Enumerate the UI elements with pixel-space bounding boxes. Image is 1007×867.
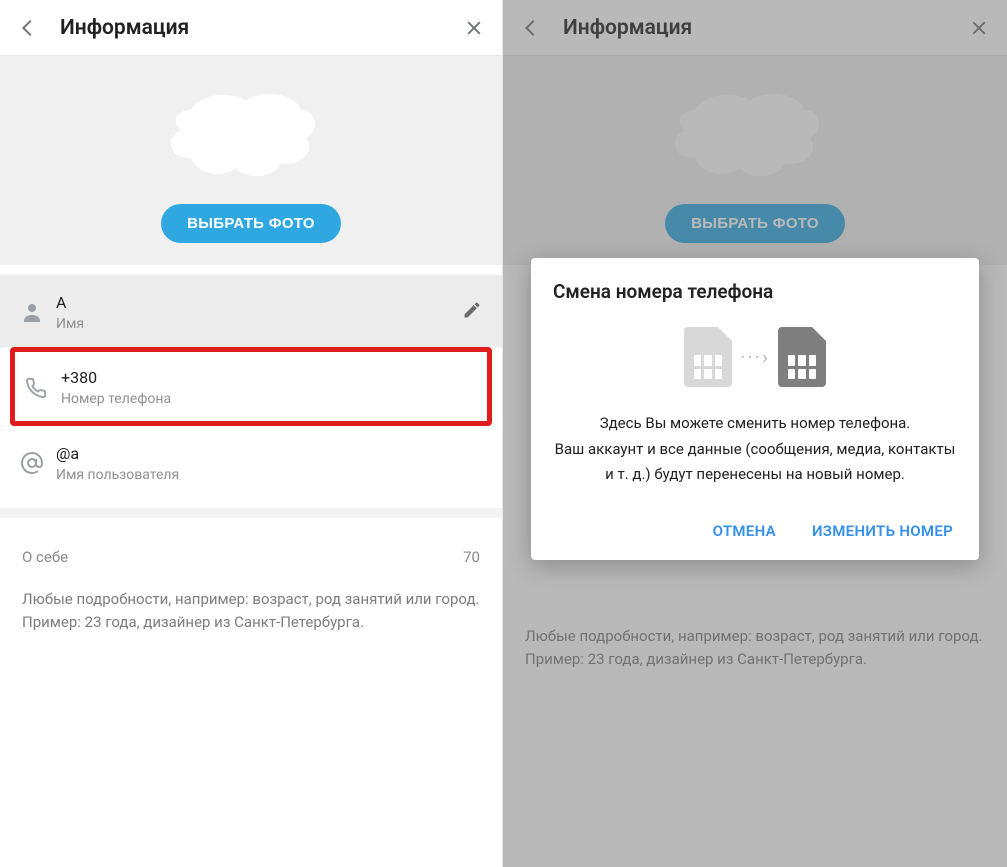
edit-pencil-icon[interactable]: [462, 300, 482, 324]
username-value: @a: [56, 444, 482, 463]
right-pane: Информация ВЫБРАТЬ ФОТО Любые подробност…: [503, 0, 1007, 867]
phone-icon: [25, 377, 61, 399]
header-title: Информация: [60, 16, 460, 40]
modal-title: Смена номера телефона: [553, 280, 957, 303]
header: Информация: [0, 0, 502, 56]
username-label: Имя пользователя: [56, 467, 482, 483]
username-row[interactable]: @a Имя пользователя: [0, 426, 502, 498]
about-hint: Любые подробности, например: возраст, ро…: [0, 574, 502, 647]
left-pane: Информация ВЫБРАТЬ ФОТО A Имя +380: [0, 0, 503, 867]
person-icon: [20, 300, 56, 324]
name-row[interactable]: A Имя: [0, 275, 502, 347]
choose-photo-button[interactable]: ВЫБРАТЬ ФОТО: [161, 204, 341, 243]
about-label: О себе: [22, 548, 68, 566]
photo-section: ВЫБРАТЬ ФОТО: [0, 56, 502, 265]
phone-highlight-box: +380 Номер телефона: [10, 347, 492, 426]
about-row[interactable]: О себе 70: [0, 508, 502, 574]
transfer-dots-icon: ···›: [740, 345, 770, 369]
back-arrow-icon[interactable]: [14, 14, 42, 42]
modal-body: Здесь Вы можете сменить номер телефона. …: [553, 411, 957, 488]
close-icon[interactable]: [460, 14, 488, 42]
change-number-button[interactable]: ИЗМЕНИТЬ НОМЕР: [808, 516, 957, 546]
name-value: A: [56, 293, 462, 312]
photo-placeholder: [151, 80, 351, 190]
phone-row[interactable]: +380 Номер телефона: [15, 352, 487, 421]
modal-actions: ОТМЕНА ИЗМЕНИТЬ НОМЕР: [553, 516, 957, 546]
about-counter: 70: [463, 548, 480, 566]
change-phone-modal: Смена номера телефона ···› Здесь Вы може…: [531, 258, 979, 560]
phone-label: Номер телефона: [61, 391, 467, 407]
cancel-button[interactable]: ОТМЕНА: [709, 516, 780, 546]
at-icon: [20, 451, 56, 475]
sim-graphic: ···›: [553, 327, 957, 387]
sim-old-icon: [684, 327, 732, 387]
phone-value: +380: [61, 368, 467, 387]
name-label: Имя: [56, 316, 462, 332]
sim-new-icon: [778, 327, 826, 387]
